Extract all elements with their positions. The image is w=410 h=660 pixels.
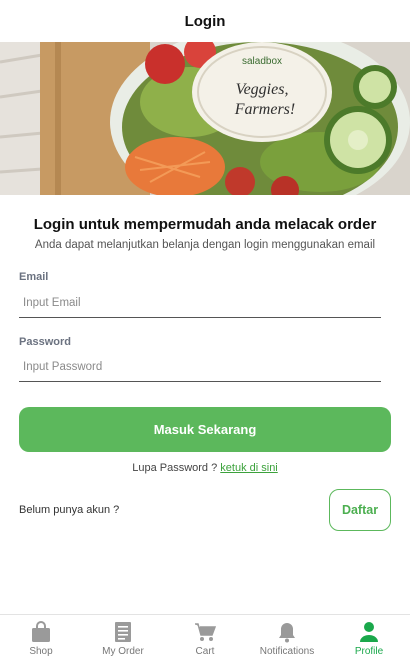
app-header: Login [0,0,410,42]
nav-label-cart: Cart [195,645,215,657]
cart-icon [194,621,216,643]
nav-label-my-order: My Order [102,645,144,657]
intro-title: Login untuk mempermudah anda melacak ord… [33,216,377,233]
email-label: Email [19,271,49,283]
forgot-password-link[interactable]: ketuk di sini [220,462,277,474]
nav-item-profile[interactable]: Profile [328,615,410,660]
bottom-navigation: Shop My Order Cart Notifications Profile [0,614,410,660]
register-prompt: Belum punya akun ? [19,504,120,516]
forgot-password-text: Lupa Password ? [132,462,218,474]
nav-item-cart[interactable]: Cart [164,615,246,660]
register-button[interactable]: Daftar [329,489,391,531]
nav-item-my-order[interactable]: My Order [82,615,164,660]
jar-brand-text: saladbox [242,56,282,67]
nav-item-shop[interactable]: Shop [0,615,82,660]
nav-label-profile: Profile [354,645,384,657]
login-button[interactable]: Masuk Sekarang [19,407,391,452]
login-intro: Login untuk mempermudah anda melacak ord… [0,216,410,251]
bell-icon [276,621,298,643]
password-label: Password [19,336,71,348]
page-title: Login [184,12,226,30]
person-icon [358,621,380,643]
nav-item-notifications[interactable]: Notifications [246,615,328,660]
intro-subtitle: Anda dapat melanjutkan belanja dengan lo… [34,239,376,251]
password-field[interactable] [19,352,381,382]
nav-label-notifications: Notifications [259,645,315,657]
salad-photo: saladbox Veggies, Farmers! [0,42,410,195]
forgot-password-row: Lupa Password ? ketuk di sini [0,462,410,474]
shopping-bag-icon [30,620,52,643]
jar-slogan-line-1: Veggies, [236,81,289,98]
jar-slogan-line-2: Farmers! [234,101,295,118]
nav-label-shop: Shop [29,645,53,657]
hero-image: saladbox Veggies, Farmers! [0,42,410,195]
receipt-icon [112,621,134,643]
email-field[interactable] [19,288,381,318]
